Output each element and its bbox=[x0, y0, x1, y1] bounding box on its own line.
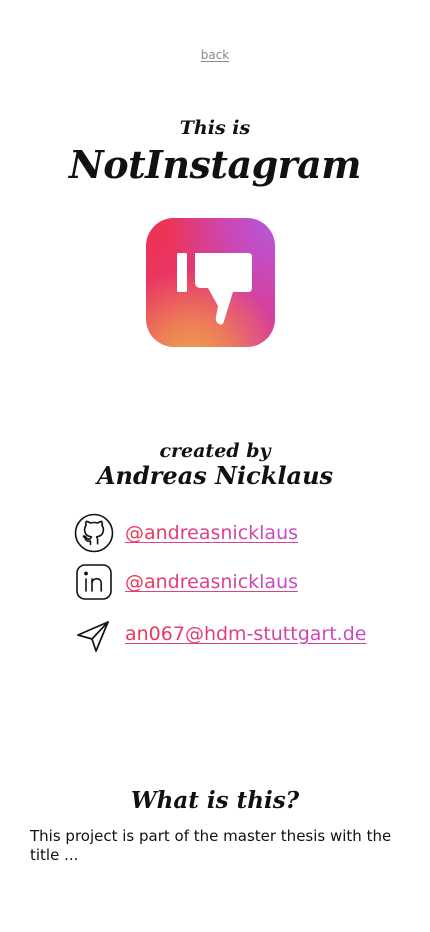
linkedin-contact-row: @andreasnicklaus bbox=[74, 562, 404, 602]
linkedin-icon bbox=[74, 562, 114, 602]
about-description: This project is part of the master thesi… bbox=[30, 827, 392, 864]
author-name: Andreas Nicklaus bbox=[96, 461, 334, 490]
app-name-title: NotInstagram bbox=[68, 142, 362, 187]
email-contact-row: an067@hdm-stuttgart.de bbox=[74, 614, 404, 654]
about-heading: What is this? bbox=[130, 787, 300, 814]
github-link[interactable]: @andreasnicklaus bbox=[125, 521, 298, 545]
back-link[interactable]: back bbox=[0, 48, 430, 62]
email-link[interactable]: an067@hdm-stuttgart.de bbox=[125, 622, 366, 646]
send-icon bbox=[74, 614, 114, 654]
app-logo bbox=[146, 218, 275, 347]
thumbs-down-icon bbox=[177, 253, 252, 325]
github-icon bbox=[74, 513, 114, 553]
linkedin-link[interactable]: @andreasnicklaus bbox=[125, 570, 298, 594]
github-contact-row: @andreasnicklaus bbox=[74, 513, 404, 553]
about-page: back This is NotInstagram created by And… bbox=[0, 0, 430, 932]
created-by-label: created by bbox=[159, 440, 271, 462]
intro-text: This is bbox=[179, 117, 251, 139]
